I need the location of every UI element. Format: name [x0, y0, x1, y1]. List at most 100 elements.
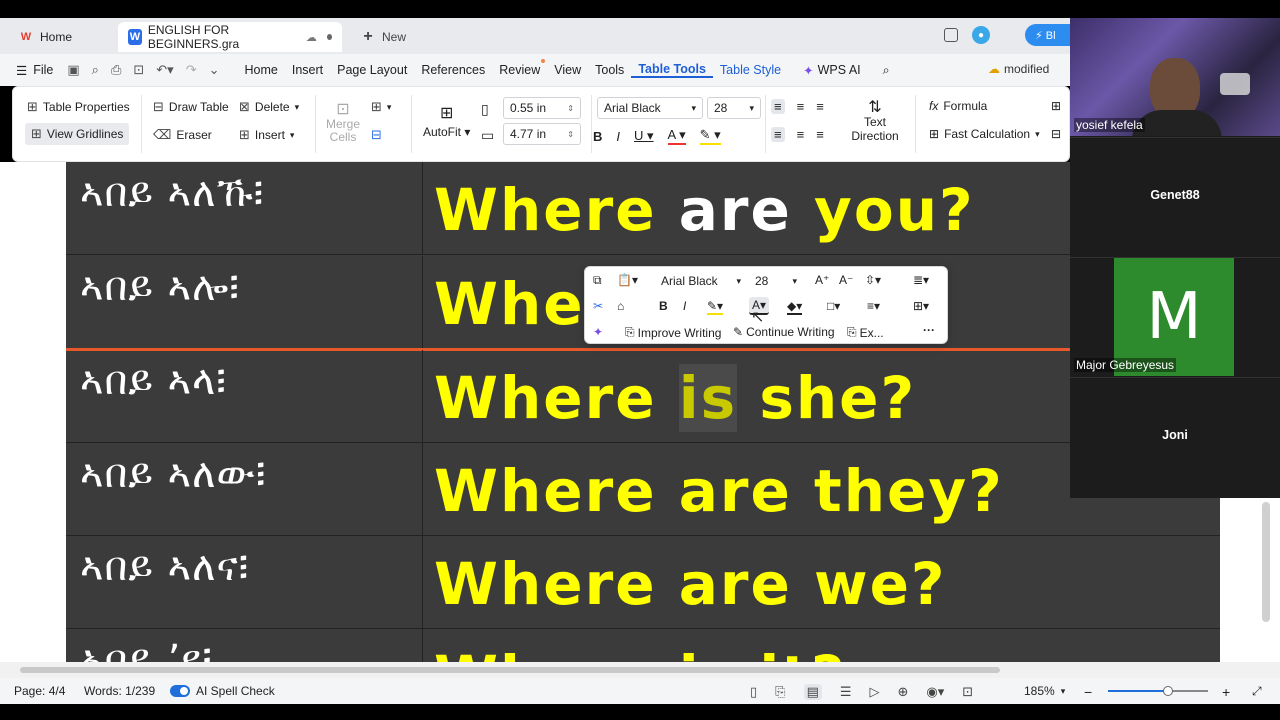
- align-top-left-icon[interactable]: ≡: [771, 99, 785, 114]
- menu-wps-ai[interactable]: ✦ WPS AI: [796, 63, 868, 78]
- scroll-thumb[interactable]: [1262, 502, 1270, 622]
- save-icon[interactable]: ▣: [67, 62, 79, 78]
- more-icon[interactable]: ···: [923, 323, 935, 337]
- list-view-icon[interactable]: ☰: [840, 684, 852, 700]
- zoom-in-icon[interactable]: +: [1222, 684, 1230, 700]
- draw-table-button[interactable]: ⊟ Draw Table: [153, 99, 229, 115]
- merge-cells-button[interactable]: ⊡ Merge Cells: [325, 102, 361, 144]
- copy-icon[interactable]: ⧉: [593, 273, 602, 288]
- more-quick-icon[interactable]: ⌄: [209, 62, 220, 78]
- tab-new[interactable]: + New: [350, 22, 420, 52]
- menu-view[interactable]: View: [547, 63, 588, 77]
- ai-spell-check[interactable]: AI Spell Check: [170, 684, 275, 698]
- align-icon[interactable]: ≡▾: [867, 299, 880, 313]
- improve-writing-button[interactable]: ⎘ Improve Writing: [625, 325, 721, 340]
- align-top-right-icon[interactable]: ≡: [816, 99, 824, 114]
- participant-tile[interactable]: Joni: [1070, 378, 1280, 498]
- share-icon[interactable]: ⌕: [92, 62, 99, 78]
- spell-toggle[interactable]: [170, 685, 190, 697]
- outline-icon[interactable]: ⎘: [775, 684, 785, 700]
- table-cell-tigrinya[interactable]: ኣበይ ኣለኹ፧: [66, 162, 423, 254]
- play-icon[interactable]: ▷: [870, 684, 880, 700]
- underline-icon[interactable]: U ▾: [634, 128, 654, 144]
- grow-font-icon[interactable]: A⁺: [815, 273, 829, 287]
- menu-home[interactable]: Home: [238, 63, 285, 77]
- delete-button[interactable]: ⊠ Delete ▾: [239, 99, 299, 115]
- table-properties-button[interactable]: ⊞ Table Properties: [27, 99, 130, 115]
- mini-font-select[interactable]: Arial Black ▾: [657, 271, 745, 291]
- line-spacing-icon[interactable]: ⇳▾: [865, 273, 881, 287]
- zoom-out-icon[interactable]: −: [1084, 684, 1092, 700]
- english-text[interactable]: Where are they?: [434, 457, 1004, 525]
- file-menu[interactable]: ☰ File: [0, 63, 67, 78]
- formula-button[interactable]: fx Formula: [929, 99, 987, 113]
- english-text[interactable]: Where is she?: [434, 364, 916, 432]
- zoom-slider[interactable]: [1108, 686, 1208, 696]
- shrink-font-icon[interactable]: A⁻: [839, 273, 853, 287]
- align-top-center-icon[interactable]: ≡: [797, 99, 805, 114]
- insert-button[interactable]: ⊞ Insert ▾: [239, 127, 294, 143]
- search-icon[interactable]: ⌕: [876, 63, 897, 78]
- word-count[interactable]: Words: 1/239: [84, 684, 155, 698]
- cut-icon[interactable]: ✂: [593, 299, 603, 313]
- fill-color-icon[interactable]: ◆▾: [787, 299, 803, 315]
- menu-references[interactable]: References: [414, 63, 492, 77]
- row-height-input[interactable]: 0.55 in ⇕: [503, 97, 581, 119]
- font-color-icon[interactable]: A ▾: [667, 127, 686, 145]
- print-preview-icon[interactable]: ⊡: [133, 62, 144, 78]
- menu-table-style[interactable]: Table Style: [713, 63, 788, 77]
- english-text[interactable]: Whe: [434, 270, 585, 338]
- table-cell-tigrinya[interactable]: ኣበይ ኣሎ፧: [66, 256, 423, 348]
- highlight-icon[interactable]: ✎ ▾: [699, 127, 721, 145]
- convert-icon[interactable]: ⊟: [1051, 127, 1061, 141]
- table-icon[interactable]: ⊞: [1051, 99, 1061, 113]
- modified-status[interactable]: ☁ modified: [988, 62, 1049, 76]
- menu-review[interactable]: Review: [492, 59, 547, 77]
- page-indicator[interactable]: Page: 4/4: [14, 684, 65, 698]
- web-view-icon[interactable]: ⊕: [898, 684, 909, 700]
- participant-tile[interactable]: yosief kefela: [1070, 18, 1280, 138]
- menu-insert[interactable]: Insert: [285, 63, 330, 77]
- read-mode-icon[interactable]: ▯: [750, 684, 757, 700]
- table-cell-tigrinya[interactable]: ኣበይ ኣለና፧: [66, 536, 423, 628]
- eye-icon[interactable]: ◉▾: [926, 684, 944, 700]
- document-area[interactable]: ኣበይ ኣለኹ፧ Where are you? ኣበይ ኣሎ፧ Whe ኣበይ …: [0, 162, 1252, 662]
- table-cell-tigrinya[interactable]: ኣበይ ’ዩ፧: [66, 629, 423, 662]
- account-icon[interactable]: ●: [972, 26, 990, 44]
- continue-writing-button[interactable]: ✎ Continue Writing: [733, 325, 835, 339]
- italic-icon[interactable]: I: [683, 299, 686, 313]
- window-icon[interactable]: [944, 28, 958, 42]
- table-cell-tigrinya[interactable]: ኣበይ ኣለው፧: [66, 443, 423, 535]
- extra-button[interactable]: ⎘ Ex...: [847, 325, 884, 340]
- mini-size-select[interactable]: 28 ▾: [751, 271, 801, 291]
- italic-icon[interactable]: I: [616, 129, 620, 144]
- split-table-button[interactable]: ⊞ ▾: [371, 99, 391, 115]
- english-text[interactable]: Where is it?: [434, 643, 847, 662]
- text-direction-button[interactable]: ⇅ Text Direction: [847, 100, 903, 144]
- split-cells-button[interactable]: ⊟: [371, 127, 382, 143]
- zoom-handle[interactable]: [1163, 686, 1173, 696]
- paste-icon[interactable]: 📋▾: [617, 273, 638, 287]
- english-text[interactable]: Where are you?: [434, 176, 975, 244]
- tab-home[interactable]: W Home: [8, 22, 112, 52]
- format-painter-icon[interactable]: ⌂: [617, 299, 624, 313]
- redo-icon[interactable]: ↷: [186, 62, 197, 78]
- tab-document[interactable]: W ENGLISH FOR BEGINNERS.gra ☁: [118, 22, 342, 52]
- fit-icon[interactable]: ⊡: [962, 684, 973, 700]
- fullscreen-icon[interactable]: ⤢: [1252, 684, 1262, 699]
- participant-tile[interactable]: M Major Gebreyesus: [1070, 258, 1280, 378]
- bold-icon[interactable]: B: [593, 129, 602, 144]
- menu-table-tools[interactable]: Table Tools: [631, 62, 713, 78]
- zoom-level[interactable]: 185% ▾: [1024, 684, 1065, 698]
- highlight-icon[interactable]: ✎▾: [707, 299, 724, 315]
- participant-tile[interactable]: Genet88: [1070, 138, 1280, 258]
- table-style-icon[interactable]: ⊞▾: [913, 299, 929, 313]
- col-width-input[interactable]: 4.77 in ⇕: [503, 123, 581, 145]
- align-right-icon[interactable]: ≡: [816, 127, 824, 142]
- view-gridlines-button[interactable]: ⊞ View Gridlines: [25, 123, 130, 145]
- fast-calculation-button[interactable]: ⊞ Fast Calculation ▾: [929, 127, 1040, 141]
- align-center-icon[interactable]: ≡: [797, 127, 805, 142]
- print-icon[interactable]: ⎙: [111, 62, 121, 78]
- scroll-thumb[interactable]: [20, 667, 1000, 673]
- menu-tools[interactable]: Tools: [588, 63, 631, 77]
